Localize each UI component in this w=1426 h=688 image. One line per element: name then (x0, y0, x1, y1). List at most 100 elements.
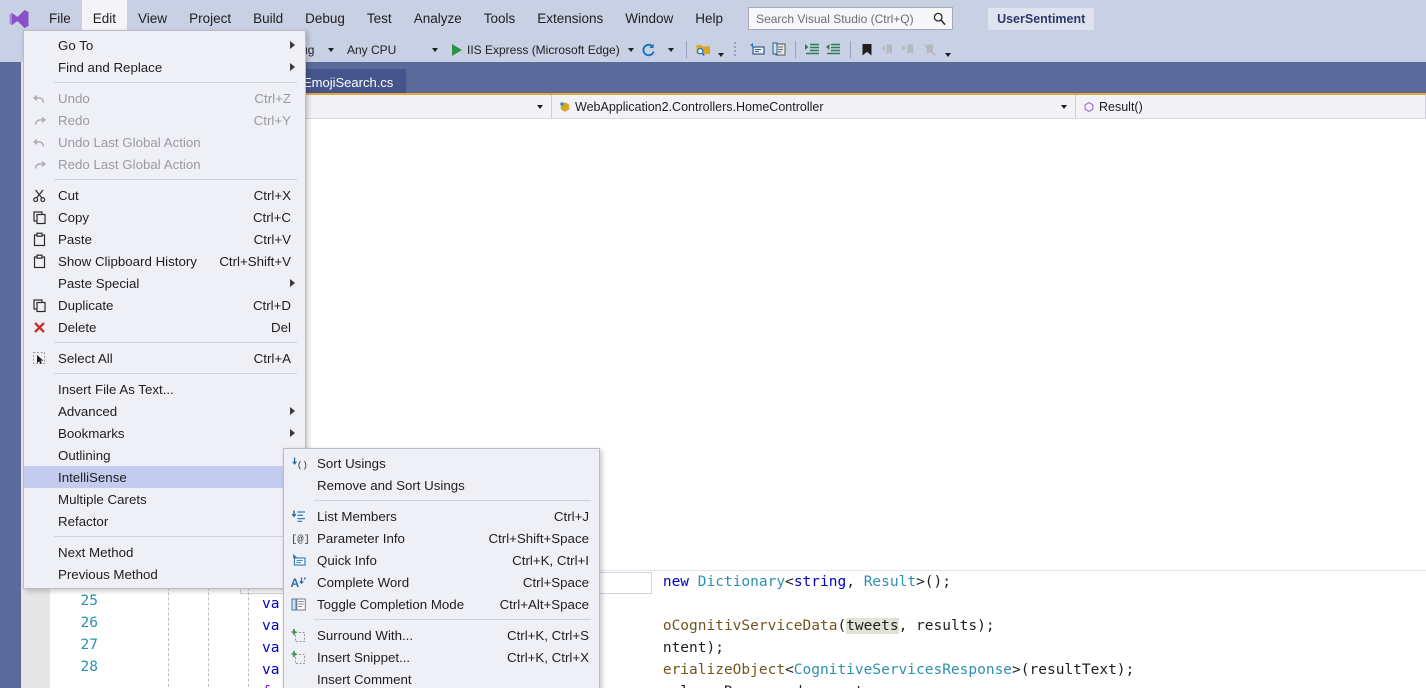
menu-item-go-to[interactable]: Go To (24, 34, 305, 56)
menu-item-bookmarks[interactable]: Bookmarks (24, 422, 305, 444)
find-in-files-icon[interactable] (693, 39, 714, 60)
undo-global-icon (24, 135, 54, 150)
toolbar-separator (850, 41, 851, 58)
intellisense-submenu[interactable]: () Sort Usings Remove and Sort Usings (283, 448, 600, 688)
line-number: 25 (81, 593, 98, 609)
menu-item-previous-method[interactable]: Previous Method (24, 563, 305, 585)
document-tab-emojisearch[interactable]: EmojiSearch.cs (290, 69, 406, 95)
run-target-label: IIS Express (Microsoft Edge) (467, 43, 620, 57)
menu-extensions[interactable]: Extensions (526, 0, 614, 37)
menu-item-paste-special[interactable]: Paste Special (24, 272, 305, 294)
menu-item-parameter-info[interactable]: [@] Parameter Info Ctrl+Shift+Space (284, 527, 599, 549)
uncomment-selection-icon[interactable] (768, 39, 789, 60)
start-debugging-button[interactable]: IIS Express (Microsoft Edge) (444, 43, 638, 57)
menu-item-paste[interactable]: Paste Ctrl+V (24, 228, 305, 250)
toolbar-drag-handle[interactable] (726, 39, 747, 60)
menu-item-undo-last-global-action[interactable]: Undo Last Global Action (24, 131, 305, 153)
left-dock-strip (0, 62, 21, 688)
menu-item-cut[interactable]: Cut Ctrl+X (24, 184, 305, 206)
paste-icon (24, 232, 54, 247)
redo-icon (24, 113, 54, 128)
menu-separator (54, 342, 297, 343)
menu-item-redo[interactable]: Redo Ctrl+Y (24, 109, 305, 131)
comment-selection-icon[interactable] (747, 39, 768, 60)
hot-reload-icon[interactable] (638, 39, 659, 60)
menu-item-insert-comment[interactable]: Insert Comment (284, 668, 599, 688)
menu-separator (314, 500, 591, 501)
type-selector-value: WebApplication2.Controllers.HomeControll… (575, 100, 824, 114)
menu-window[interactable]: Window (614, 0, 684, 37)
next-bookmark-icon[interactable] (899, 39, 920, 60)
menu-item-outlining[interactable]: Outlining (24, 444, 305, 466)
line-number: 28 (81, 659, 98, 675)
chevron-down-icon (1061, 105, 1067, 109)
menu-item-undo[interactable]: Undo Ctrl+Z (24, 87, 305, 109)
edit-dropdown-menu[interactable]: Go To Find and Replace Undo Ctrl+Z (23, 30, 306, 589)
menu-item-toggle-completion-mode[interactable]: Toggle Completion Mode Ctrl+Alt+Space (284, 593, 599, 615)
document-tab-strip: EmojiSearch.cs (282, 62, 1426, 95)
menu-item-quick-info[interactable]: Quick Info Ctrl+K, Ctrl+I (284, 549, 599, 571)
chevron-down-icon (328, 48, 334, 52)
increase-indent-icon[interactable] (802, 39, 823, 60)
svg-text:(): () (297, 460, 307, 470)
chevron-down-icon (432, 48, 438, 52)
menu-item-complete-word[interactable]: A Complete Word Ctrl+Space (284, 571, 599, 593)
toolbar-separator (795, 41, 796, 58)
menu-item-advanced[interactable]: Advanced (24, 400, 305, 422)
menu-item-delete[interactable]: Delete Del (24, 316, 305, 338)
menu-item-sort-usings[interactable]: () Sort Usings (284, 452, 599, 474)
toggle-completion-icon (284, 597, 314, 612)
menu-item-redo-last-global-action[interactable]: Redo Last Global Action (24, 153, 305, 175)
chevron-right-icon (290, 429, 295, 437)
menu-item-next-method[interactable]: Next Method (24, 541, 305, 563)
toolbar-separator (686, 41, 687, 58)
insert-snippet-icon (284, 650, 314, 665)
menu-analyze[interactable]: Analyze (403, 0, 473, 37)
chevron-right-icon (290, 41, 295, 49)
surround-with-icon (284, 628, 314, 643)
menu-item-duplicate[interactable]: Duplicate Ctrl+D (24, 294, 305, 316)
menu-item-surround-with[interactable]: Surround With... Ctrl+K, Ctrl+S (284, 624, 599, 646)
menu-item-show-clipboard-history[interactable]: Show Clipboard History Ctrl+Shift+V (24, 250, 305, 272)
complete-word-icon: A (284, 575, 314, 590)
chevron-down-icon (537, 105, 543, 109)
scissors-icon (24, 188, 54, 203)
undo-icon (24, 91, 54, 106)
menu-item-list-members[interactable]: List Members Ctrl+J (284, 505, 599, 527)
menu-separator (54, 373, 297, 374)
menu-help[interactable]: Help (684, 0, 734, 37)
menu-item-select-all[interactable]: Select All Ctrl+A (24, 347, 305, 369)
menu-item-refactor[interactable]: Refactor (24, 510, 305, 532)
search-input[interactable]: Search Visual Studio (Ctrl+Q) (748, 7, 953, 30)
chevron-down-icon[interactable] (659, 39, 680, 60)
menu-item-insert-file-as-text[interactable]: Insert File As Text... (24, 378, 305, 400)
type-selector[interactable]: WebApplication2.Controllers.HomeControll… (552, 95, 1076, 118)
menu-item-insert-snippet[interactable]: Insert Snippet... Ctrl+K, Ctrl+X (284, 646, 599, 668)
menu-tools[interactable]: Tools (473, 0, 527, 37)
menu-item-remove-and-sort-usings[interactable]: Remove and Sort Usings (284, 474, 599, 496)
delete-x-icon (24, 320, 54, 335)
user-account-chip[interactable]: UserSentiment (988, 8, 1094, 30)
member-selector[interactable]: Result() (1076, 95, 1426, 118)
project-selector[interactable] (282, 95, 552, 118)
menu-item-find-and-replace[interactable]: Find and Replace (24, 56, 305, 78)
toolbar-overflow-icon[interactable] (714, 39, 726, 60)
clear-bookmarks-icon[interactable] (920, 39, 941, 60)
list-members-icon (284, 509, 314, 524)
editor-navigation-bar: WebApplication2.Controllers.HomeControll… (282, 95, 1426, 119)
menu-item-intellisense[interactable]: IntelliSense (24, 466, 305, 488)
previous-bookmark-icon[interactable] (878, 39, 899, 60)
toolbar-overflow-icon[interactable] (941, 39, 953, 60)
play-icon (452, 44, 462, 56)
clipboard-history-icon (24, 254, 54, 269)
menu-item-multiple-carets[interactable]: Multiple Carets (24, 488, 305, 510)
solution-platform-combo[interactable]: Any CPU (340, 40, 442, 59)
search-icon (932, 11, 947, 26)
toggle-bookmark-icon[interactable] (857, 39, 878, 60)
menu-test[interactable]: Test (356, 0, 403, 37)
menu-separator (54, 82, 297, 83)
menu-item-copy[interactable]: Copy Ctrl+C (24, 206, 305, 228)
decrease-indent-icon[interactable] (823, 39, 844, 60)
visual-studio-window: File Edit View Project Build Debug Test … (0, 0, 1426, 688)
code-line: nalyzerReponse.documents (593, 659, 872, 688)
